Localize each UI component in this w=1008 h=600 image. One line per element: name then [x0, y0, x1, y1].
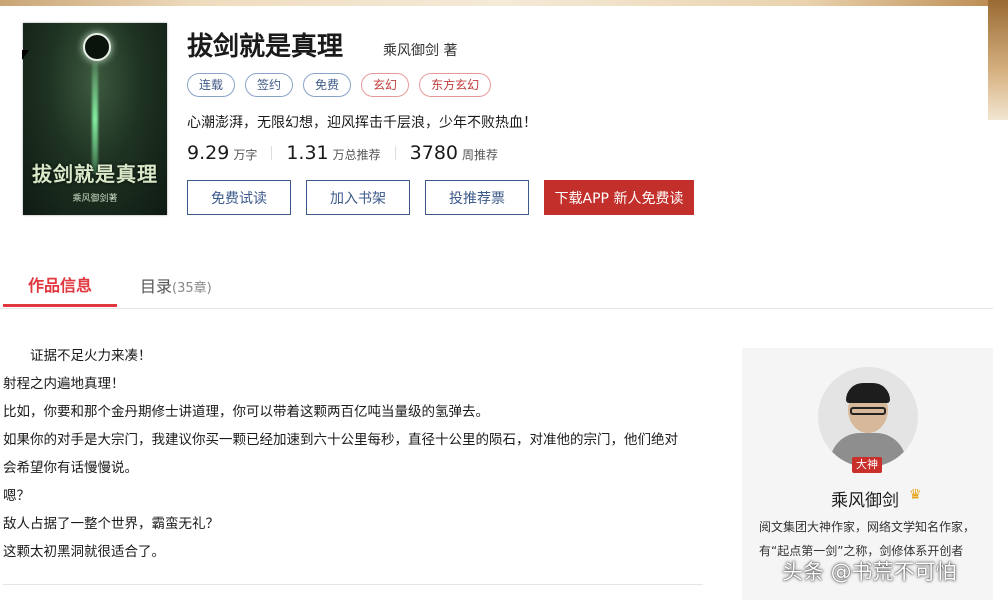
book-description: 证据不足火力来凑！ 射程之内遍地真理！ 比如，你要和那个金丹期修士讲道理，你可以… [3, 342, 713, 566]
cover-light-beam [92, 63, 98, 173]
watermark-text: 头条 @书荒不可怕 [782, 560, 957, 584]
cover-author: 乘风御剑著 [72, 194, 118, 204]
description-line: 嗯？ [3, 488, 30, 504]
author-name-link[interactable]: 乘风御剑 [383, 43, 439, 59]
book-author[interactable]: 乘风御剑 著 [383, 40, 457, 60]
stat-total-recommend: 1.31 万总推荐 [286, 142, 380, 164]
tag-free: 免费 [303, 73, 352, 97]
book-intro: 心潮澎湃，无限幻想，迎风挥击千层浪，少年不败热血！ [187, 115, 537, 131]
description-line: 证据不足火力来凑！ [30, 348, 152, 364]
stat-unit: 周推荐 [462, 148, 499, 162]
description-line: 会希望你有话慢慢说。 [3, 460, 138, 476]
stat-unit: 万字 [233, 148, 258, 162]
add-to-shelf-button[interactable]: 加入书架 [306, 180, 410, 215]
stat-unit: 万总推荐 [332, 148, 381, 162]
stat-value: 1.31 [286, 142, 329, 164]
tab-book-info[interactable]: 作品信息 [3, 268, 117, 307]
header-background-edge [988, 0, 1008, 120]
tab-catalog-count: (35章) [172, 281, 212, 296]
tab-catalog-label: 目录 [140, 277, 173, 296]
stat-value: 3780 [409, 142, 459, 164]
cover-moon-image [83, 33, 111, 61]
cover-title: 拔剑就是真理 [32, 162, 158, 186]
book-stats: 9.29 万字 1.31 万总推荐 3780 周推荐 [187, 142, 498, 164]
free-trial-read-button[interactable]: 免费试读 [187, 180, 291, 215]
tag-status: 连载 [187, 73, 236, 97]
author-level-badge: 大神 [852, 457, 882, 473]
tag-list: 连载 签约 免费 玄幻 东方玄幻 [187, 73, 501, 97]
mouse-cursor-icon [22, 50, 29, 60]
book-title: 拔剑就是真理 [187, 32, 344, 62]
author-suffix: 著 [443, 43, 458, 59]
tag-subgenre[interactable]: 东方玄幻 [419, 73, 492, 97]
stat-value: 9.29 [187, 142, 230, 164]
tab-catalog[interactable]: 目录(35章) [140, 268, 212, 308]
stat-word-count: 9.29 万字 [187, 142, 257, 164]
author-bio-line: 阅文集团大神作家，网络文学知名作家， [759, 520, 976, 534]
tag-genre[interactable]: 玄幻 [361, 73, 410, 97]
description-line: 这颗太初黑洞就很适合了。 [3, 544, 165, 560]
avatar-hair [846, 383, 890, 403]
tab-bar: 作品信息 目录(35章) [0, 268, 993, 309]
description-line: 比如，你要和那个金丹期修士讲道理，你可以带着这颗两百亿吨当量级的氢弹去。 [3, 404, 489, 420]
author-avatar[interactable] [818, 367, 918, 467]
download-app-button[interactable]: 下载APP 新人免费读 [544, 180, 694, 215]
avatar-glasses [850, 407, 886, 415]
description-line: 射程之内遍地真理！ [3, 376, 125, 392]
description-line: 如果你的对手是大宗门，我建议你买一颗已经加速到六十公里每秒，直径十公里的陨石，对… [3, 432, 678, 448]
crown-icon: ♛ [909, 487, 922, 503]
book-cover[interactable]: 拔剑就是真理 乘风御剑著 [23, 23, 167, 215]
stat-divider [394, 146, 396, 160]
stat-divider [271, 146, 273, 160]
description-line: 敌人占据了一整个世界，霸蛮无礼？ [3, 516, 219, 532]
author-panel-name[interactable]: 乘风御剑 [831, 486, 899, 511]
vote-recommend-button[interactable]: 投推荐票 [425, 180, 529, 215]
description-divider [3, 584, 703, 585]
tag-contract: 签约 [245, 73, 294, 97]
stat-week-recommend: 3780 周推荐 [410, 142, 498, 164]
